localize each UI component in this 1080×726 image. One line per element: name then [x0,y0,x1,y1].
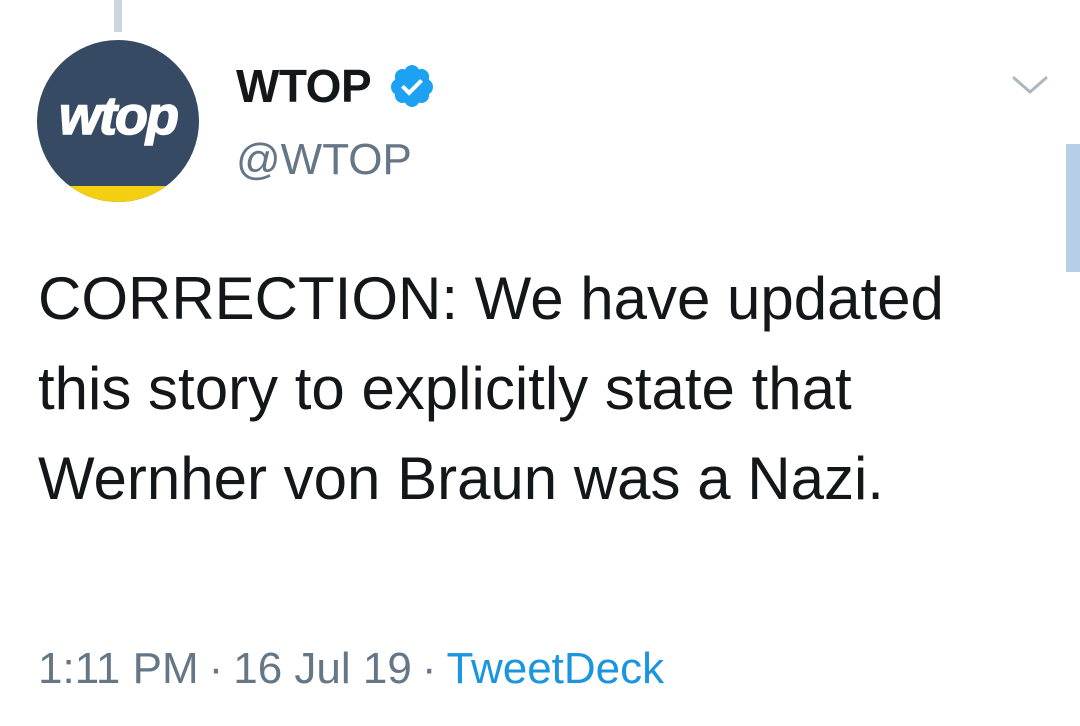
verified-badge-icon [390,65,433,107]
tweet-source-link[interactable]: TweetDeck [447,644,665,693]
author-handle[interactable]: @WTOP [236,133,412,187]
thread-connector-line [114,0,122,32]
tweet-metadata: 1:11 PM · 16 Jul 19 · TweetDeck [38,642,664,696]
tweet-time[interactable]: 1:11 PM [38,644,199,693]
chevron-down-icon[interactable] [1008,70,1052,100]
author-display-name[interactable]: WTOP [236,58,372,114]
avatar[interactable]: wtop [37,40,199,202]
wtop-logo: wtop [58,85,180,147]
avatar-logo-text: wtop [59,86,178,146]
tweet-text: CORRECTION: We have updated this story t… [38,265,944,512]
meta-separator: · [208,644,224,693]
meta-separator: · [421,644,437,693]
scrollbar-thumb[interactable] [1066,144,1080,272]
avatar-yellow-band [37,186,199,202]
tweet-date[interactable]: 16 Jul 19 [233,644,412,693]
